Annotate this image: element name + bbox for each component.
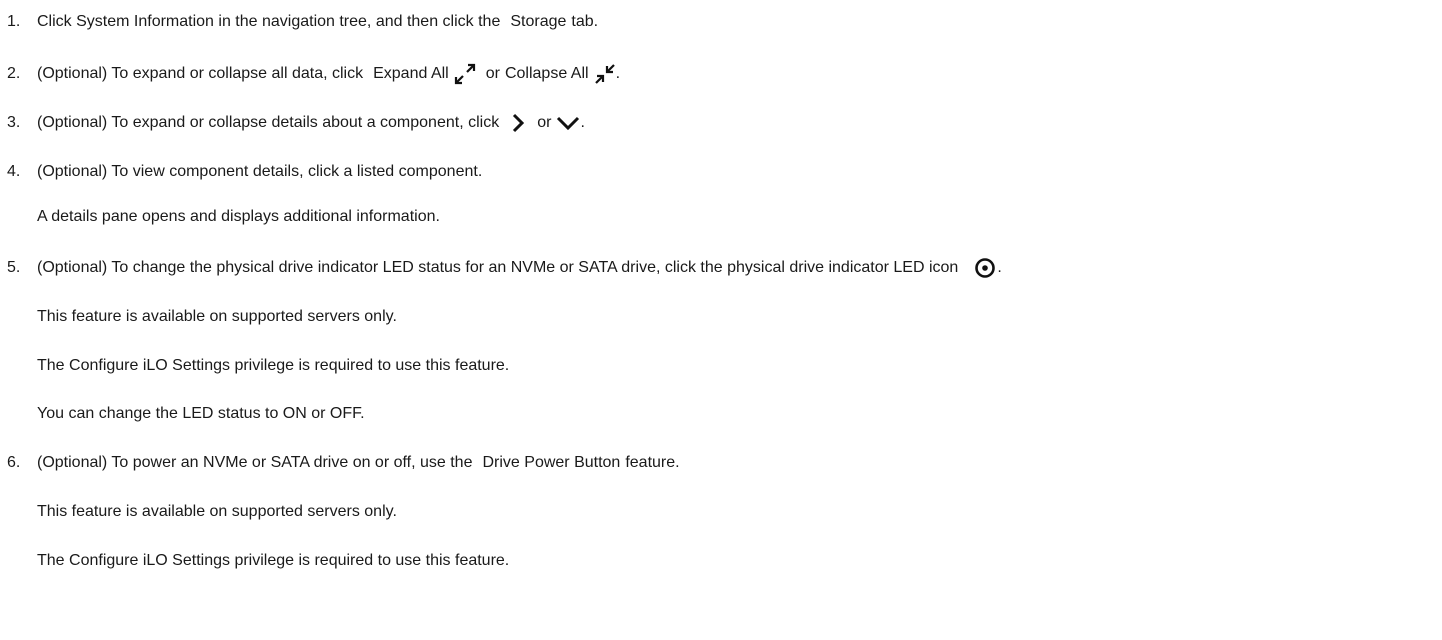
ui-term-collapse-all: Collapse All (504, 65, 589, 82)
step-text-part: (Optional) To expand or collapse details… (37, 114, 500, 131)
step-text-part: . (580, 114, 585, 131)
step-number: 5. (7, 259, 21, 276)
note-text: The Configure iLO Settings privilege is … (37, 552, 510, 569)
step-number: 1. (7, 13, 21, 30)
step-text-part: or (537, 114, 552, 131)
note-text: You can change the LED status to ON or O… (37, 405, 365, 422)
collapse-all-icon (594, 63, 616, 85)
step-text: (Optional) To expand or collapse details… (37, 112, 585, 134)
step-text-part: Click System Information in the navigati… (37, 13, 501, 30)
step-text: (Optional) To view component details, cl… (37, 163, 483, 180)
step-number: 6. (7, 454, 21, 471)
step-text-part: (Optional) To change the physical drive … (37, 259, 959, 276)
step-text: (Optional) To power an NVMe or SATA driv… (37, 454, 680, 472)
step-number: 4. (7, 163, 21, 180)
ui-term-drive-power-button: Drive Power Button (482, 454, 621, 471)
step-text-part: or (485, 65, 500, 82)
step-text-part: (Optional) To power an NVMe or SATA driv… (37, 454, 473, 471)
step-text-part: . (615, 65, 621, 82)
step-text: (Optional) To change the physical drive … (37, 256, 1002, 280)
led-indicator-icon (973, 256, 997, 280)
step-text-part: feature. (625, 454, 680, 471)
ui-term-storage: Storage (510, 13, 567, 30)
step-text: (Optional) To expand or collapse all dat… (37, 63, 620, 85)
expand-all-icon (454, 63, 476, 85)
step-number: 2. (7, 65, 21, 82)
step-text-part: (Optional) To expand or collapse all dat… (37, 65, 364, 82)
step-text-part: . (997, 259, 1002, 276)
step-number: 3. (7, 114, 21, 131)
chevron-right-icon (509, 112, 527, 134)
step-text: Click System Information in the navigati… (37, 13, 598, 31)
note-text: A details pane opens and displays additi… (37, 208, 440, 225)
ui-term-expand-all: Expand All (373, 65, 449, 82)
note-text: This feature is available on supported s… (37, 503, 397, 520)
note-text: The Configure iLO Settings privilege is … (37, 357, 510, 374)
note-text: This feature is available on supported s… (37, 308, 397, 325)
step-text-part: tab. (571, 13, 599, 30)
chevron-down-icon (556, 114, 580, 132)
